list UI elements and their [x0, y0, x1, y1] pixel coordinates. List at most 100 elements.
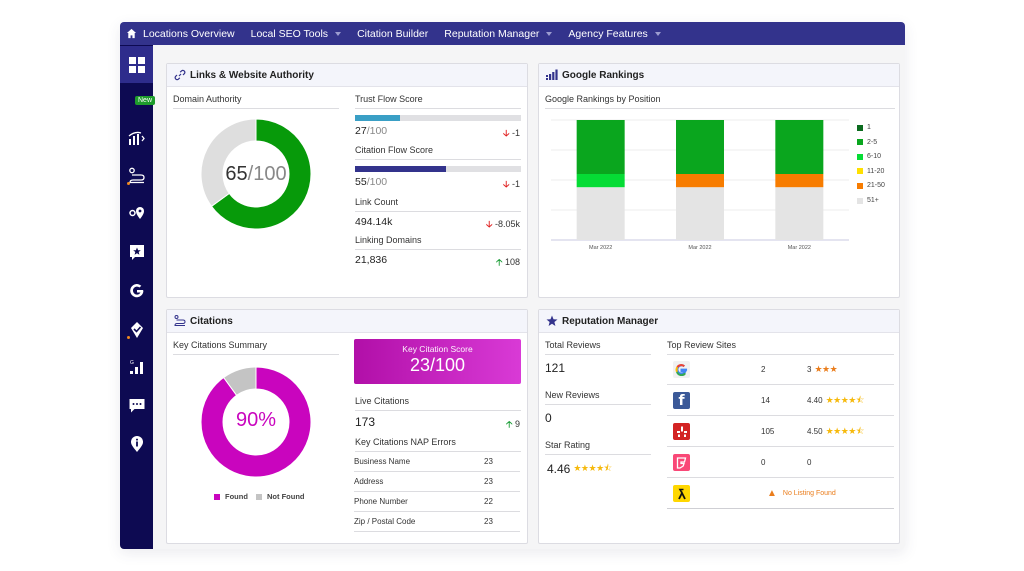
sidebar-item-local-check[interactable] — [120, 313, 153, 347]
nav-citation-builder[interactable]: Citation Builder — [357, 28, 428, 40]
tf-max: /100 — [366, 125, 388, 137]
legend-item[interactable]: 51+ — [857, 197, 879, 204]
total-reviews-value: 121 — [545, 361, 566, 375]
linking-domains-label: Linking Domains — [355, 235, 422, 245]
sidebar-item-messages[interactable] — [120, 388, 153, 422]
legend-label: 6-10 — [867, 153, 882, 161]
legend-item[interactable]: 6-10 — [857, 153, 881, 160]
nap-count: 23 — [484, 477, 493, 486]
review-site-row-yellowpages[interactable]: ▲ No Listing Found — [667, 479, 894, 509]
review-site-row-facebook[interactable]: f 14 4.40 ★★★★⯪ — [667, 386, 894, 416]
rank-bars-icon — [546, 69, 558, 80]
info-pin-icon — [130, 436, 143, 452]
bar-segment-2-5[interactable] — [576, 120, 625, 174]
no-listing-warning: ▲ No Listing Found — [767, 488, 836, 499]
bar-segment-21-50[interactable] — [676, 174, 724, 188]
google-rankings-card: Google Rankings Google Rankings by Posit… — [538, 63, 900, 298]
review-site-row-google[interactable]: 2 3 ★★★ — [667, 355, 894, 385]
legend-swatch — [857, 153, 863, 160]
caret-down-icon — [335, 31, 342, 36]
review-site-row-yelp[interactable]: 105 4.50 ★★★★⯪ — [667, 417, 894, 447]
bar-segment-2-5[interactable] — [676, 120, 724, 174]
citation-flow-label: Citation Flow Score — [355, 145, 434, 155]
live-citations-delta: 🡡 9 — [506, 417, 520, 433]
nap-errors-label: Key Citations NAP Errors — [355, 437, 456, 447]
nap-row: Address 23 — [354, 472, 520, 492]
divider — [545, 354, 651, 355]
analytics-bars-icon — [128, 131, 145, 145]
arrow-down-icon: 🡣 — [503, 179, 510, 189]
legend-item[interactable]: 1 — [857, 124, 871, 131]
divider — [545, 404, 651, 405]
tf-score: 27 — [355, 125, 367, 137]
notification-dot — [127, 336, 130, 339]
key-citation-score-label: Key Citation Score — [402, 344, 473, 354]
card-title: Reputation Manager — [562, 315, 659, 327]
rating-stars: ★★★★⯪ — [825, 425, 865, 436]
top-review-sites-label: Top Review Sites — [667, 340, 737, 350]
nap-row: Business Name 23 — [354, 452, 520, 472]
sidebar-item-citations[interactable] — [120, 159, 153, 193]
cf-score: 55 — [355, 176, 367, 188]
nav-agency-features[interactable]: Agency Features — [568, 28, 661, 40]
nap-field: Business Name — [354, 457, 411, 466]
citation-flow-delta: 🡣 -1 — [503, 177, 520, 193]
bar-segment-51+[interactable] — [676, 187, 724, 240]
legend-found: Found — [214, 492, 248, 501]
sidebar-item-info[interactable] — [120, 427, 153, 461]
arrow-up-icon: 🡡 — [506, 419, 513, 429]
da-score: 65 — [225, 163, 248, 185]
sidebar-item-reviews[interactable] — [120, 235, 153, 269]
trust-flow-bar — [355, 115, 521, 121]
review-site-row-foursquare[interactable]: 0 0 — [667, 448, 894, 478]
card-header: Google Rankings — [539, 64, 899, 87]
yelp-logo-icon — [673, 423, 690, 440]
rankings-bar-chart: Mar 2022 Mar 2022 Mar 2022 — [551, 119, 849, 250]
new-reviews-label: New Reviews — [545, 390, 600, 400]
arrow-up-icon: 🡡 — [495, 257, 503, 267]
nav-label: Locations Overview — [143, 27, 235, 40]
home-icon — [126, 28, 137, 39]
bar-segment-6-10[interactable] — [576, 174, 625, 188]
divider — [173, 354, 339, 355]
legend-item[interactable]: 11-20 — [857, 168, 884, 175]
x-tick-label: Mar 2022 — [788, 245, 811, 250]
trust-flow-value: 27/100 — [355, 125, 387, 137]
new-reviews-value: 0 — [545, 411, 552, 425]
sidebar-item-analytics[interactable] — [120, 121, 153, 155]
nav-reputation-manager[interactable]: Reputation Manager — [444, 28, 553, 40]
sidebar-item-dashboard[interactable] — [120, 46, 153, 83]
legend-item[interactable]: 21-50 — [857, 182, 885, 189]
bar-segment-51+[interactable] — [576, 187, 625, 240]
x-tick-label: Mar 2022 — [589, 245, 612, 250]
card-header: Reputation Manager — [539, 310, 899, 333]
bar-segment-21-50[interactable] — [775, 174, 824, 188]
legend-item[interactable]: 2-5 — [857, 139, 877, 146]
card-header: Links & Website Authority — [167, 64, 527, 87]
new-badge: New — [135, 96, 156, 105]
trust-flow-delta: 🡣 -1 — [503, 126, 520, 142]
rating-number: 3 — [807, 365, 812, 374]
sidebar-item-rank-tracker[interactable]: G — [120, 350, 153, 384]
cf-max: /100 — [366, 176, 388, 188]
rankings-subtitle: Google Rankings by Position — [545, 94, 661, 104]
key-citation-score-value: 23/100 — [409, 355, 466, 375]
star-rating-value: 4.46 ★★★★⯪ — [547, 461, 612, 477]
link-count-label: Link Count — [355, 197, 399, 207]
citation-route-icon — [128, 167, 145, 184]
bar-segment-2-5[interactable] — [775, 120, 824, 174]
citations-found-percent: 90% — [235, 409, 277, 431]
sidebar-item-google[interactable] — [120, 274, 153, 308]
review-star-icon — [129, 245, 144, 260]
legend-swatch — [256, 493, 262, 500]
nav-local-seo-tools[interactable]: Local SEO Tools — [251, 28, 342, 40]
legend-swatch — [214, 493, 220, 500]
bar-segment-51+[interactable] — [775, 187, 824, 240]
svg-text:G: G — [130, 360, 134, 366]
review-count: 14 — [761, 396, 770, 405]
site-rating: 0 — [807, 458, 811, 467]
nav-locations-overview[interactable]: Locations Overview — [126, 28, 235, 40]
sidebar-item-map-pins[interactable] — [120, 195, 153, 229]
legend-swatch — [857, 197, 863, 204]
delta-text: -1 — [511, 128, 520, 138]
